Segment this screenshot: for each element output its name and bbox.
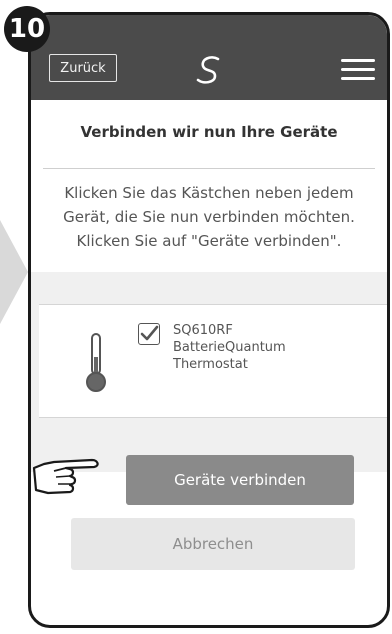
instruction-line: Klicken Sie das Kästchen neben jedem bbox=[64, 184, 354, 202]
device-name: BatterieQuantum bbox=[173, 340, 286, 355]
divider bbox=[43, 168, 375, 169]
device-list-item[interactable]: SQ610RF BatterieQuantum Thermostat bbox=[39, 304, 387, 418]
back-button[interactable]: Zurück bbox=[49, 54, 117, 82]
phone-frame: Zurück Verbinden wir nun Ihre Geräte Kli… bbox=[28, 12, 390, 628]
connect-devices-button[interactable]: Geräte verbinden bbox=[126, 455, 354, 505]
pointing-hand-icon bbox=[32, 458, 99, 495]
device-label: SQ610RF BatterieQuantum Thermostat bbox=[173, 322, 286, 373]
checkmark-icon bbox=[140, 325, 159, 341]
background-arrow bbox=[0, 220, 28, 324]
step-number-badge: 10 bbox=[4, 6, 50, 52]
cancel-button[interactable]: Abbrechen bbox=[71, 518, 355, 570]
salus-logo-icon[interactable] bbox=[191, 53, 227, 87]
instruction-line: Gerät, die Sie nun verbinden möchten. bbox=[63, 208, 355, 226]
app-header: Zurück bbox=[31, 15, 387, 100]
instruction-line: Klicken Sie auf "Geräte verbinden". bbox=[76, 232, 342, 250]
hamburger-menu-icon[interactable] bbox=[341, 59, 375, 81]
thermometer-icon bbox=[86, 333, 106, 392]
device-checkbox[interactable] bbox=[138, 323, 160, 345]
page-title: Verbinden wir nun Ihre Geräte bbox=[80, 123, 338, 141]
device-type: Thermostat bbox=[173, 357, 248, 372]
device-model: SQ610RF bbox=[173, 323, 233, 338]
instructions: Klicken Sie das Kästchen neben jedem Ger… bbox=[41, 181, 377, 253]
